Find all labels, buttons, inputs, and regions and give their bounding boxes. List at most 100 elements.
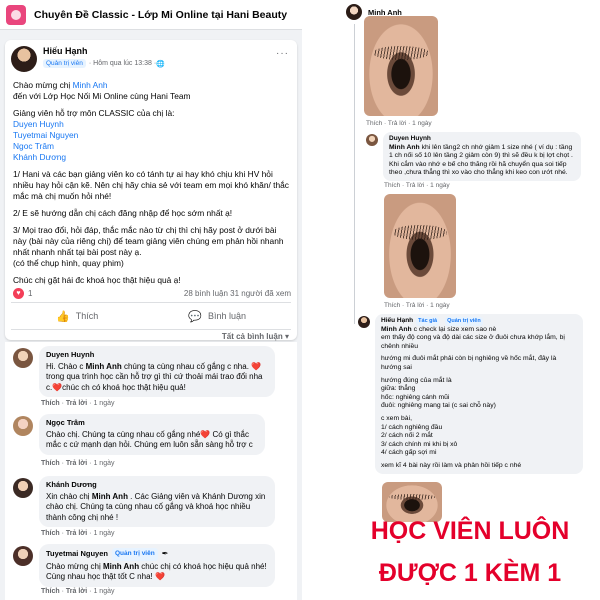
group-title[interactable]: Chuyên Đề Classic - Lớp Mi Online tại Ha… xyxy=(34,9,287,21)
commenter-name-text[interactable]: Tuyetmai Nguyen xyxy=(46,549,108,560)
instructor-link[interactable]: Ngoc Trâm xyxy=(13,141,291,152)
comment-view-count[interactable]: 28 bình luận 31 người đã xem xyxy=(184,289,291,298)
comment-text: Khi cắm vào nhớ e bế cho thăng rồi hã ch… xyxy=(389,160,568,177)
comment-meta: Thích · Trả lời · 1 ngày xyxy=(41,588,115,595)
comment-label: Bình luận xyxy=(207,311,246,321)
comment-like-link[interactable]: Thích xyxy=(41,460,60,467)
list-item: Khánh Dương Xin chào chị Minh Anh . Các … xyxy=(13,476,293,527)
mention[interactable]: Minh Anh xyxy=(381,326,412,333)
comment-reply-link[interactable]: Trả lời xyxy=(66,530,87,537)
comment-reply-link[interactable]: Trả lời xyxy=(66,400,87,407)
comment-meta[interactable]: Thích · Trả lời · 1 ngày xyxy=(384,182,450,189)
like-label: Thích xyxy=(75,311,99,321)
comment-bubble: Duyen Huynh Hi. Chào c Minh Anh chúng ta… xyxy=(39,346,275,397)
post-card: Hiếu Hạnh Quản trị viên · Hôm qua lúc 13… xyxy=(5,40,297,341)
comment-time[interactable]: 1 ngày xyxy=(93,588,114,595)
more-options-icon[interactable]: ··· xyxy=(276,48,289,59)
promo-banner-text: HỌC VIÊN LUÔN ĐƯỢC 1 KÈM 1 xyxy=(340,510,600,594)
avatar[interactable] xyxy=(13,478,33,498)
comment-time[interactable]: 1 ngày xyxy=(93,530,114,537)
post-header: Hiếu Hạnh Quản trị viên · Hôm qua lúc 13… xyxy=(11,46,165,72)
commenter-name[interactable]: Duyen Huynh xyxy=(389,135,575,144)
globe-icon: 🌐 xyxy=(156,60,165,68)
post-time[interactable]: · Hôm qua lúc 13:38 · xyxy=(89,60,156,67)
group-logo xyxy=(6,4,26,25)
greeting-text-2: đến với Lớp Học Nối Mi Online cùng Hani … xyxy=(13,91,191,101)
list-item: Tuyetmai Nguyen Quản trị viên ✒ Chào mừn… xyxy=(13,544,293,587)
comment-list: Duyen Huynh Hi. Chào c Minh Anh chúng ta… xyxy=(5,342,297,600)
comment-reply-link[interactable]: Trả lời xyxy=(66,588,87,595)
post-point-1: 1/ Hani và các bạn giảng viên ko có tánh… xyxy=(13,169,289,201)
thumbs-up-icon: 👍 xyxy=(56,310,70,323)
post-point-3: 3/ Mọi trao đổi, hỏi đáp, thắc mắc nào t… xyxy=(13,225,284,257)
comment-icon: 💬 xyxy=(188,310,202,323)
avatar[interactable] xyxy=(13,546,33,566)
mention[interactable]: Minh Anh xyxy=(389,144,420,151)
avatar[interactable] xyxy=(358,316,370,328)
comment-filter-dropdown[interactable]: Tất cả bình luận ▾ xyxy=(222,332,289,341)
avatar[interactable] xyxy=(11,46,37,72)
comment-like-link[interactable]: Thích xyxy=(41,400,60,407)
list-item: Hiếu Hạnh Tác giả Quản trị viên Minh Anh… xyxy=(358,314,583,474)
comment-button[interactable]: 💬 Bình luận xyxy=(188,310,246,323)
post-point-3b: (có thể chụp hình, quay phim) xyxy=(13,258,124,268)
mention[interactable]: Minh Anh xyxy=(86,362,122,371)
post-closing: Chúc chị gặt hái đc khoá học thật hiệu q… xyxy=(13,275,181,285)
role-badge: Quản trị viên xyxy=(43,59,86,68)
mention[interactable]: Minh Anh xyxy=(92,492,128,501)
comment-like-link[interactable]: Thích xyxy=(41,530,60,537)
comment-bubble: Ngọc Trâm Chào chị. Chúng ta cùng nhau c… xyxy=(39,414,265,455)
comment-meta: Thích · Trả lời · 1 ngày xyxy=(41,530,115,537)
comment-bubble: Duyen Huynh Minh Anh khi lên tầng2 ch nh… xyxy=(383,132,581,181)
comment-bubble: Hiếu Hạnh Tác giả Quản trị viên Minh Anh… xyxy=(375,314,583,474)
comment-time[interactable]: 1 ngày xyxy=(93,400,114,407)
list-item: Ngọc Trâm Chào chị. Chúng ta cùng nhau c… xyxy=(13,414,293,455)
comment-text: Xin chào chị Minh Anh . Các Giảng viên v… xyxy=(46,491,266,522)
role-badge: Quản trị viên xyxy=(111,548,158,561)
heart-reaction-icon[interactable]: ♥ xyxy=(13,288,24,299)
group-header[interactable]: Chuyên Đề Classic - Lớp Mi Online tại Ha… xyxy=(0,0,302,30)
instructor-link[interactable]: Duyen Huynh xyxy=(13,119,291,130)
commenter-name[interactable]: Duyen Huynh xyxy=(46,350,268,361)
avatar[interactable] xyxy=(13,348,33,368)
list-item: Duyen Huynh Minh Anh khi lên tầng2 ch nh… xyxy=(366,132,581,181)
commenter-name[interactable]: Khánh Dương xyxy=(46,480,268,491)
like-button[interactable]: 👍 Thích xyxy=(56,310,98,323)
role-badge: Quản trị viên xyxy=(445,317,483,326)
mention[interactable]: Minh Anh xyxy=(103,562,139,571)
comment-text: Minh Anh c check lại size xem sao nè em … xyxy=(381,325,565,469)
comment-meta[interactable]: Thích · Trả lời · 1 ngày xyxy=(366,120,432,127)
comment-time[interactable]: 1 ngày xyxy=(93,460,114,467)
thread-line xyxy=(354,24,355,324)
comment-text: Minh Anh khi lên tầng2 ch nhớ giảm 1 siz… xyxy=(389,143,573,160)
post-meta: Quản trị viên · Hôm qua lúc 13:38 · 🌐 xyxy=(43,59,165,68)
comment-meta: Thích · Trả lời · 1 ngày xyxy=(41,400,115,407)
eyelash-photo[interactable] xyxy=(384,194,456,298)
comment-reply-link[interactable]: Trả lời xyxy=(66,460,87,467)
greeting-text: Chào mừng chị xyxy=(13,80,73,90)
instructor-link[interactable]: Khánh Dương xyxy=(13,152,291,163)
post-point-2: 2/ E sẽ hướng dẫn chị cách đăng nhập để … xyxy=(13,208,233,218)
mention-link[interactable]: Minh Anh xyxy=(73,80,108,90)
commenter-name-text[interactable]: Hiếu Hạnh xyxy=(381,317,413,326)
post-author[interactable]: Hiếu Hạnh xyxy=(43,46,165,56)
avatar[interactable] xyxy=(346,4,362,20)
author-badge: Tác giả xyxy=(416,317,440,326)
commenter-name: Hiếu Hạnh Tác giả Quản trị viên xyxy=(381,317,577,326)
promo-line-2: ĐƯỢC 1 KÈM 1 xyxy=(378,559,562,587)
avatar[interactable] xyxy=(366,134,378,146)
pin-icon: ✒ xyxy=(161,549,169,558)
comment-bubble: Tuyetmai Nguyen Quản trị viên ✒ Chào mừn… xyxy=(39,544,275,587)
reaction-count[interactable]: 1 xyxy=(28,289,32,298)
eyelash-photo[interactable] xyxy=(364,16,438,116)
comment-like-link[interactable]: Thích xyxy=(41,588,60,595)
comment-meta[interactable]: Thích · Trả lời · 1 ngày xyxy=(384,302,450,309)
commenter-name[interactable]: Ngọc Trâm xyxy=(46,418,258,429)
post-body: Chào mừng chị Minh Anh đến với Lớp Học N… xyxy=(13,80,291,292)
commenter-name: Tuyetmai Nguyen Quản trị viên ✒ xyxy=(46,548,268,561)
avatar[interactable] xyxy=(13,416,33,436)
comment-bubble: Khánh Dương Xin chào chị Minh Anh . Các … xyxy=(39,476,275,527)
post-actions: 👍 Thích 💬 Bình luận xyxy=(11,302,291,330)
instructor-link[interactable]: Tuyetmai Nguyen xyxy=(13,130,291,141)
comment-meta: Thích · Trả lời · 1 ngày xyxy=(41,460,115,467)
